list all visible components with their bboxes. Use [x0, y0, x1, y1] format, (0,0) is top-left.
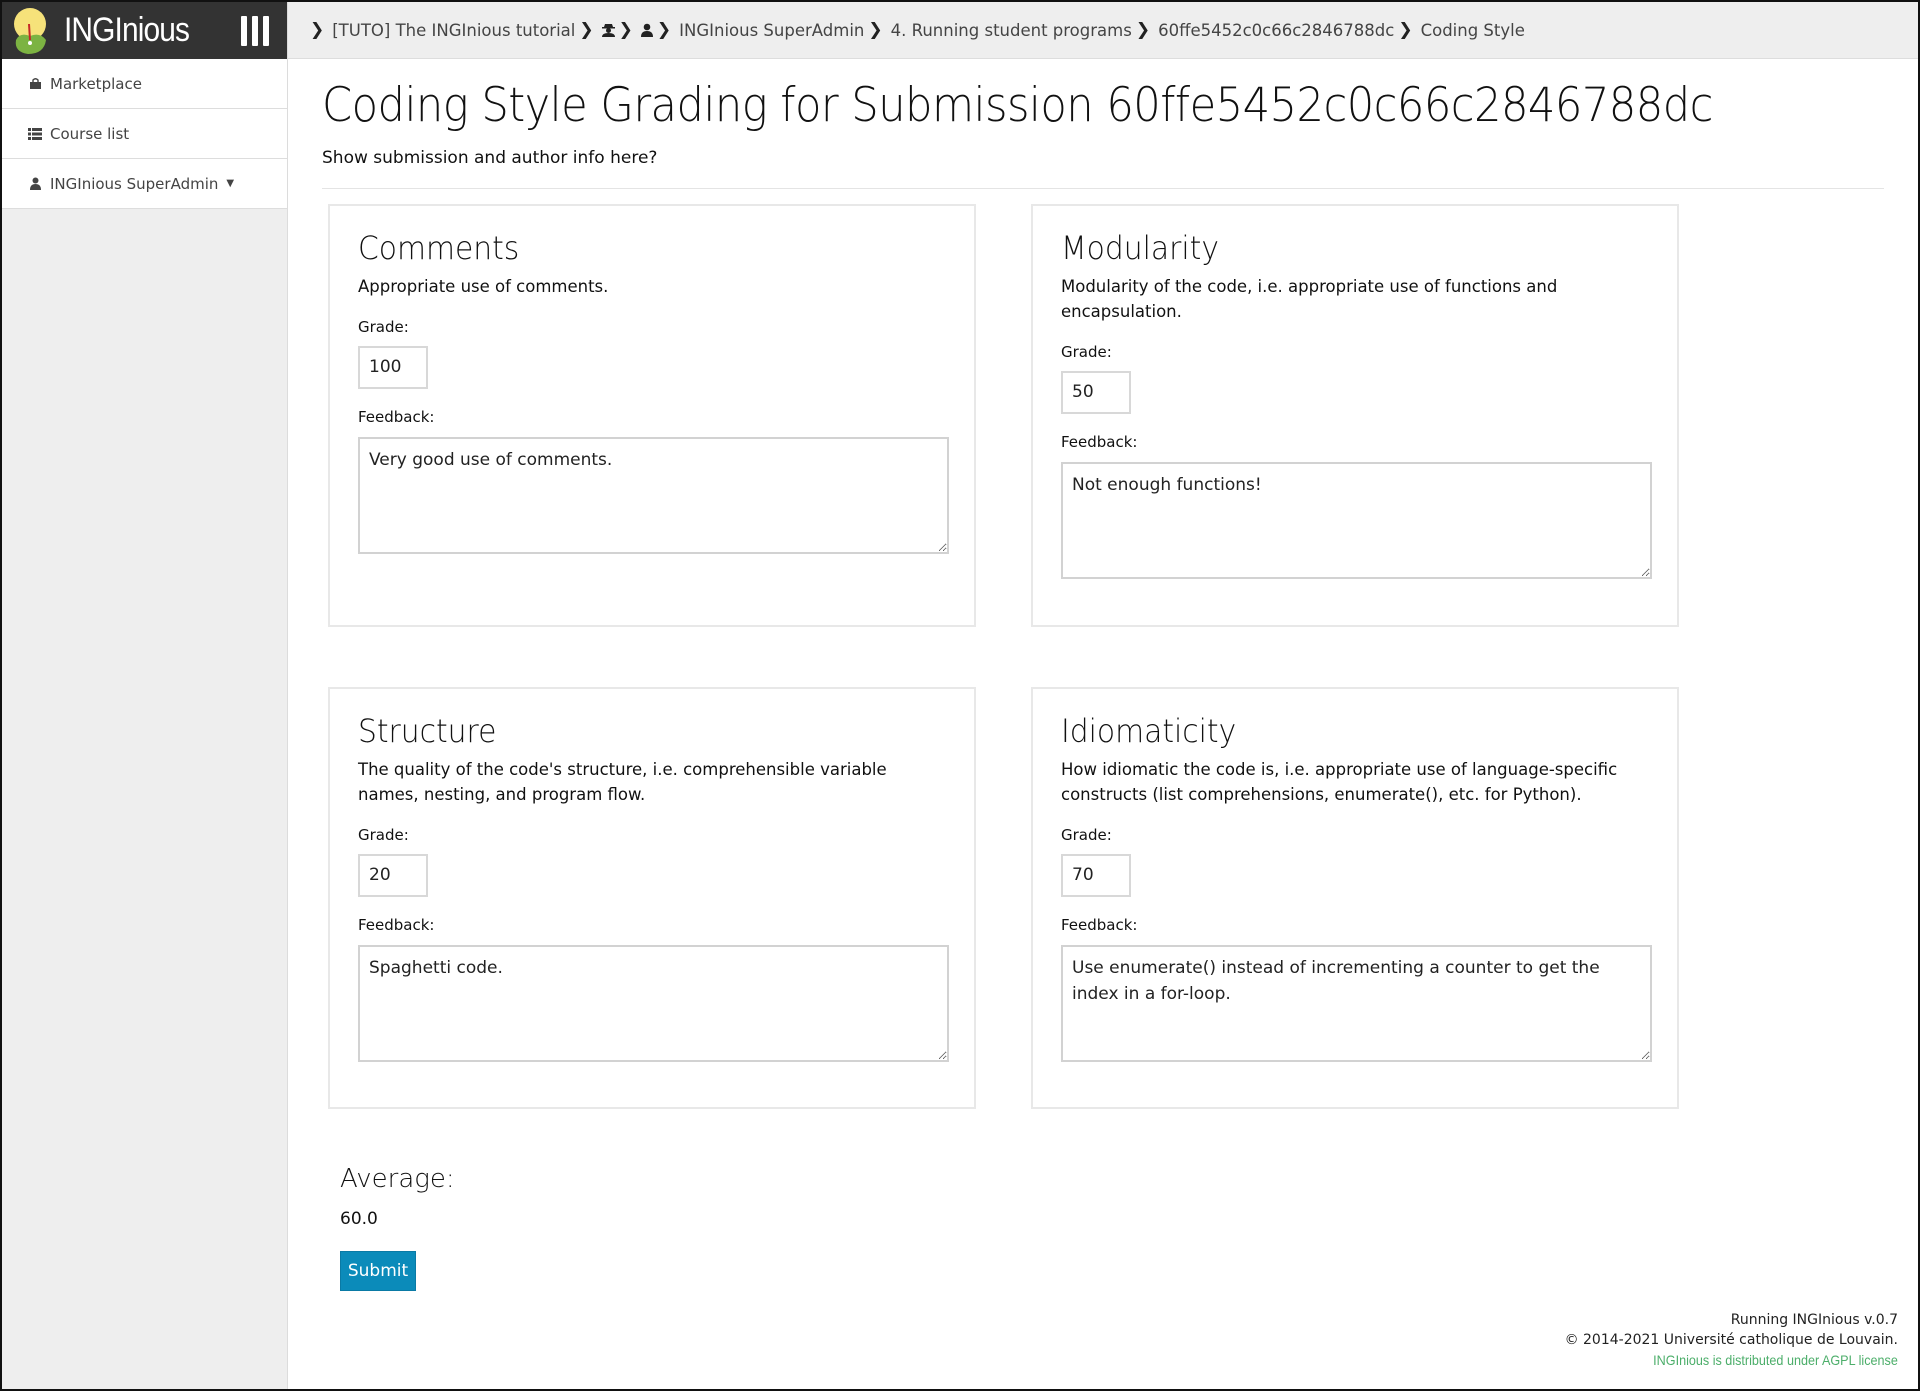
- grade-label: Grade:: [358, 317, 409, 336]
- criterion-card-modularity: Modularity Modularity of the code, i.e. …: [1031, 204, 1679, 627]
- brand-header: INGInious: [2, 2, 287, 59]
- breadcrumb-course[interactable]: [TUTO] The INGInious tutorial: [332, 21, 575, 40]
- sidebar-item-label: Marketplace: [50, 74, 142, 93]
- feedback-label: Feedback:: [358, 407, 435, 426]
- criterion-description: The quality of the code's structure, i.e…: [358, 759, 887, 804]
- footer: Running INGInious v.0.7 © 2014-2021 Univ…: [1565, 1310, 1898, 1371]
- grade-label: Grade:: [358, 825, 409, 844]
- breadcrumb: ❯ [TUTO] The INGInious tutorial ❯ ❯ ❯ IN…: [288, 2, 1918, 59]
- sidebar-item-label: Course list: [50, 124, 130, 143]
- criterion-description: Modularity of the code, i.e. appropriate…: [1061, 276, 1558, 321]
- grade-input[interactable]: [1061, 370, 1131, 414]
- average-label: Average:: [340, 1164, 455, 1194]
- breadcrumb-submission[interactable]: 60ffe5452c0c66c2846788dc: [1158, 21, 1394, 40]
- caret-down-icon: ▼: [226, 178, 235, 189]
- chevron-right-icon: ❯: [618, 20, 633, 40]
- chevron-right-icon: ❯: [310, 20, 325, 40]
- average-value: 60.0: [340, 1209, 378, 1229]
- chevron-right-icon: ❯: [868, 20, 883, 40]
- copyright-text: © 2014-2021 Université catholique de Lou…: [1564, 1332, 1898, 1348]
- license-link[interactable]: INGInious is distributed under AGPL lice…: [1653, 1350, 1898, 1370]
- bar-icon: [252, 16, 258, 46]
- criterion-title: Structure: [358, 712, 497, 750]
- brand-name[interactable]: INGInious: [64, 11, 190, 50]
- page-title: Coding Style Grading for Submission 60ff…: [322, 78, 1713, 133]
- feedback-label: Feedback:: [1061, 432, 1138, 451]
- sidebar-item-marketplace[interactable]: Marketplace: [2, 59, 287, 109]
- criterion-card-comments: Comments Appropriate use of comments. Gr…: [328, 204, 976, 627]
- breadcrumb-current: Coding Style: [1420, 20, 1525, 40]
- feedback-label: Feedback:: [358, 915, 435, 934]
- list-icon: [27, 127, 43, 140]
- grade-label: Grade:: [1061, 825, 1112, 844]
- menu-toggle-button[interactable]: [241, 16, 269, 46]
- user-icon: [640, 23, 653, 37]
- grade-input[interactable]: [1061, 853, 1131, 897]
- divider: [322, 187, 1884, 189]
- criterion-description: How idiomatic the code is, i.e. appropri…: [1061, 759, 1618, 804]
- criterion-title: Modularity: [1061, 229, 1219, 267]
- feedback-textarea[interactable]: Use enumerate() instead of incrementing …: [1061, 944, 1652, 1062]
- version-text: Running INGInious v.0.7: [1730, 1312, 1898, 1328]
- main-content: Coding Style Grading for Submission 60ff…: [322, 59, 1884, 189]
- shopping-bag-icon: [27, 77, 43, 90]
- breadcrumb-student[interactable]: [640, 23, 653, 37]
- chevron-right-icon: ❯: [1135, 20, 1151, 40]
- feedback-textarea[interactable]: Not enough functions!: [1061, 461, 1652, 579]
- chevron-right-icon: ❯: [1398, 20, 1413, 40]
- feedback-label: Feedback:: [1061, 915, 1138, 934]
- feedback-textarea[interactable]: Spaghetti code.: [358, 944, 949, 1062]
- sidebar-item-label: INGInious SuperAdmin: [50, 174, 219, 193]
- sidebar-item-course-list[interactable]: Course list: [2, 109, 287, 159]
- bar-icon: [241, 16, 247, 46]
- criterion-title: Comments: [358, 229, 520, 267]
- bar-icon: [263, 16, 269, 46]
- chevron-right-icon: ❯: [579, 20, 594, 40]
- inginious-logo-icon[interactable]: [10, 6, 50, 56]
- criterion-title: Idiomaticity: [1061, 712, 1237, 750]
- user-icon: [27, 177, 43, 190]
- breadcrumb-task[interactable]: 4. Running student programs: [891, 21, 1132, 40]
- submit-button[interactable]: Submit: [340, 1251, 416, 1291]
- criterion-card-idiomaticity: Idiomaticity How idiomatic the code is, …: [1031, 687, 1679, 1109]
- breadcrumb-user[interactable]: INGInious SuperAdmin: [679, 21, 864, 40]
- user-secret-icon: [601, 24, 615, 37]
- grade-input[interactable]: [358, 345, 428, 389]
- chevron-right-icon: ❯: [656, 20, 672, 40]
- criterion-card-structure: Structure The quality of the code's stru…: [328, 687, 976, 1109]
- grade-label: Grade:: [1061, 342, 1112, 361]
- page-subtitle: Show submission and author info here?: [322, 147, 658, 168]
- sidebar: INGInious Marketplace Course list INGIni…: [2, 2, 288, 1389]
- criterion-description: Appropriate use of comments.: [358, 276, 609, 296]
- breadcrumb-admin[interactable]: [601, 23, 615, 37]
- sidebar-item-user-menu[interactable]: INGInious SuperAdmin ▼: [2, 159, 287, 209]
- feedback-textarea[interactable]: Very good use of comments.: [358, 436, 949, 554]
- grade-input[interactable]: [358, 853, 428, 897]
